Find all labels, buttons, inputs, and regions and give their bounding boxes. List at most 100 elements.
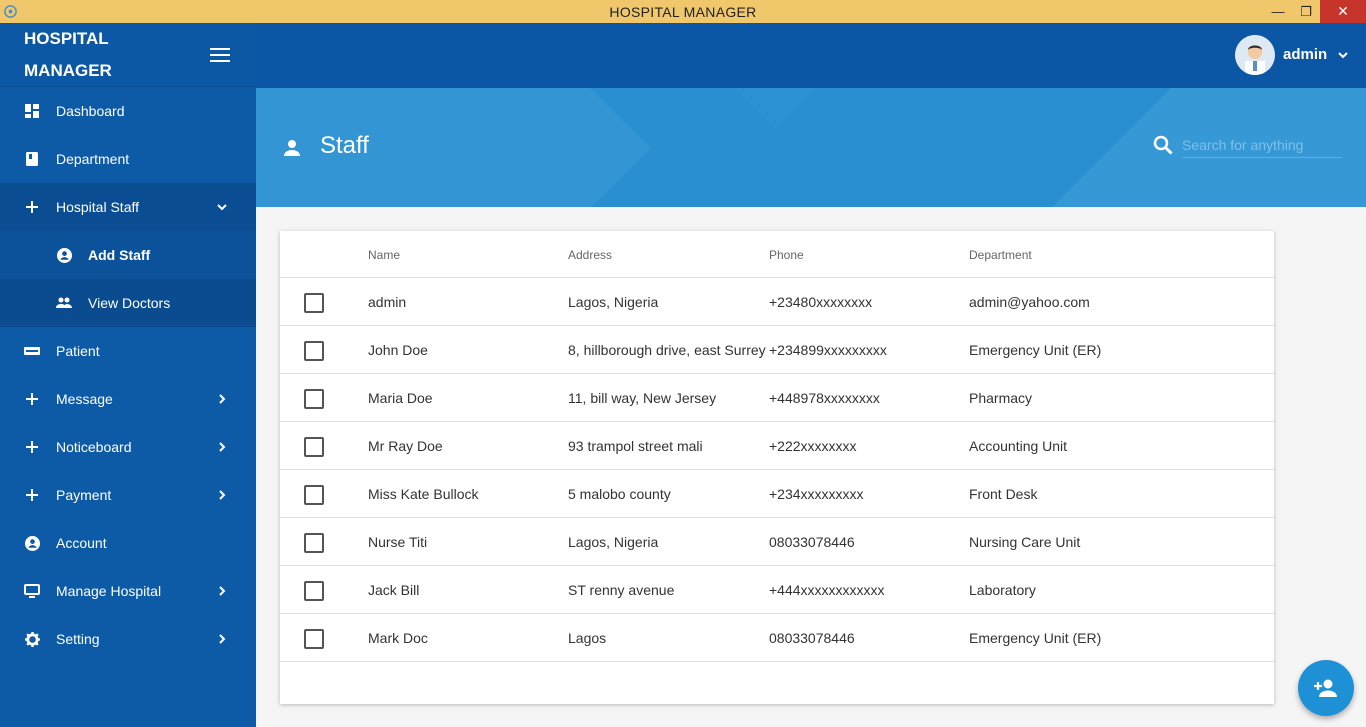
search-icon[interactable] <box>1152 134 1174 156</box>
plus-icon <box>24 487 40 503</box>
menu-toggle-icon[interactable] <box>210 48 230 62</box>
chevron-down-icon <box>217 204 227 211</box>
column-header-name[interactable]: Name <box>368 248 400 262</box>
sidebar-item-payment[interactable]: Payment <box>0 471 256 519</box>
column-header-department[interactable]: Department <box>969 248 1032 262</box>
chevron-right-icon <box>219 394 226 404</box>
cell-name: admin <box>368 294 407 310</box>
cell-address: ST renny avenue <box>568 582 675 598</box>
chevron-right-icon <box>219 490 226 500</box>
table-row[interactable]: Jack Bill ST renny avenue +444xxxxxxxxxx… <box>280 566 1274 614</box>
cell-name: Maria Doe <box>368 390 433 406</box>
cell-address: 8, hillborough drive, east Surrey <box>568 342 766 358</box>
row-checkbox[interactable] <box>304 389 324 409</box>
table-row[interactable]: admin Lagos, Nigeria +23480xxxxxxxx admi… <box>280 278 1274 326</box>
sidebar: HOSPITAL MANAGER Dashboard Department Ho… <box>0 23 256 727</box>
minimize-button[interactable]: — <box>1264 0 1292 23</box>
chevron-down-icon[interactable] <box>1336 48 1350 62</box>
cell-phone: +222xxxxxxxx <box>769 438 857 454</box>
page-header: Staff <box>256 88 1366 207</box>
row-checkbox[interactable] <box>304 341 324 361</box>
people-icon <box>56 295 72 311</box>
row-checkbox[interactable] <box>304 581 324 601</box>
chevron-right-icon <box>219 634 226 644</box>
table-row[interactable]: Nurse Titi Lagos, Nigeria 08033078446 Nu… <box>280 518 1274 566</box>
sidebar-item-account[interactable]: Account <box>0 519 256 567</box>
column-header-address[interactable]: Address <box>568 248 612 262</box>
cell-department: Emergency Unit (ER) <box>969 342 1102 358</box>
person-icon <box>284 140 300 156</box>
sidebar-item-hospital-staff[interactable]: Hospital Staff <box>0 183 256 231</box>
cell-phone: +448978xxxxxxxx <box>769 390 880 406</box>
cell-department: Front Desk <box>969 486 1038 502</box>
sidebar-item-dashboard[interactable]: Dashboard <box>0 87 256 135</box>
cell-address: Lagos, Nigeria <box>568 534 659 550</box>
table-row[interactable]: Mr Ray Doe 93 trampol street mali +222xx… <box>280 422 1274 470</box>
cell-name: Mark Doc <box>368 630 428 646</box>
cell-department: Laboratory <box>969 582 1036 598</box>
cell-address: 11, bill way, New Jersey <box>568 390 717 406</box>
person-add-icon <box>1314 679 1337 697</box>
sidebar-item-department[interactable]: Department <box>0 135 256 183</box>
row-checkbox[interactable] <box>304 533 324 553</box>
cell-name: Nurse Titi <box>368 534 428 550</box>
row-checkbox[interactable] <box>304 293 324 313</box>
cell-name: Mr Ray Doe <box>368 438 443 454</box>
account-circle-icon <box>56 247 72 263</box>
cell-address: 5 malobo county <box>568 486 671 502</box>
monitor-icon <box>24 583 40 599</box>
add-staff-fab[interactable] <box>1298 660 1354 716</box>
sidebar-item-manage-hospital[interactable]: Manage Hospital <box>0 567 256 615</box>
sidebar-item-add-staff[interactable]: Add Staff <box>0 231 256 279</box>
cell-department: Accounting Unit <box>969 438 1068 454</box>
sidebar-item-message[interactable]: Message <box>0 375 256 423</box>
cell-department: Nursing Care Unit <box>969 534 1081 550</box>
cell-name: John Doe <box>368 342 428 358</box>
top-bar: admin <box>256 23 1366 88</box>
cell-phone: +23480xxxxxxxx <box>769 294 873 310</box>
cell-name: Miss Kate Bullock <box>368 486 479 502</box>
table-row[interactable]: John Doe 8, hillborough drive, east Surr… <box>280 326 1274 374</box>
row-checkbox[interactable] <box>304 629 324 649</box>
chevron-right-icon <box>219 442 226 452</box>
plus-icon <box>24 391 40 407</box>
window-title: HOSPITAL MANAGER <box>609 3 757 20</box>
search-input[interactable] <box>1182 132 1342 158</box>
cell-department: admin@yahoo.com <box>969 294 1090 310</box>
cell-phone: 08033078446 <box>769 630 855 646</box>
window-titlebar: HOSPITAL MANAGER — ❐ ✕ <box>0 0 1366 23</box>
cell-phone: +444xxxxxxxxxxxx <box>769 582 885 598</box>
cell-name: Jack Bill <box>368 582 420 598</box>
avatar[interactable] <box>1235 35 1275 75</box>
brand: HOSPITAL MANAGER <box>0 23 256 87</box>
table-row[interactable]: Maria Doe 11, bill way, New Jersey +4489… <box>280 374 1274 422</box>
cell-department: Pharmacy <box>969 390 1033 406</box>
sidebar-item-patient[interactable]: Patient <box>0 327 256 375</box>
gear-icon <box>24 631 40 647</box>
sidebar-item-noticeboard[interactable]: Noticeboard <box>0 423 256 471</box>
cell-address: Lagos <box>568 630 607 646</box>
maximize-button[interactable]: ❐ <box>1292 0 1320 23</box>
user-name[interactable]: admin <box>1283 46 1327 63</box>
row-checkbox[interactable] <box>304 437 324 457</box>
sidebar-item-setting[interactable]: Setting <box>0 615 256 663</box>
staff-table: Name Address Phone Department admin Lago… <box>280 231 1274 704</box>
cell-phone: 08033078446 <box>769 534 855 550</box>
table-row[interactable]: Mark Doc Lagos 08033078446 Emergency Uni… <box>280 614 1274 662</box>
account-circle-icon <box>24 535 40 551</box>
page-title: Staff <box>320 132 369 159</box>
close-button[interactable]: ✕ <box>1320 0 1366 23</box>
column-header-phone[interactable]: Phone <box>769 248 804 262</box>
cell-address: 93 trampol street mali <box>568 438 703 454</box>
row-checkbox[interactable] <box>304 485 324 505</box>
plus-icon <box>24 199 40 215</box>
app-icon <box>4 5 17 18</box>
card-icon <box>24 343 40 359</box>
dashboard-icon <box>24 103 40 119</box>
chevron-right-icon <box>219 586 226 596</box>
plus-icon <box>24 439 40 455</box>
sidebar-item-view-doctors[interactable]: View Doctors <box>0 279 256 327</box>
table-row[interactable]: Miss Kate Bullock 5 malobo county +234xx… <box>280 470 1274 518</box>
table-header: Name Address Phone Department <box>280 231 1274 278</box>
book-icon <box>24 151 40 167</box>
